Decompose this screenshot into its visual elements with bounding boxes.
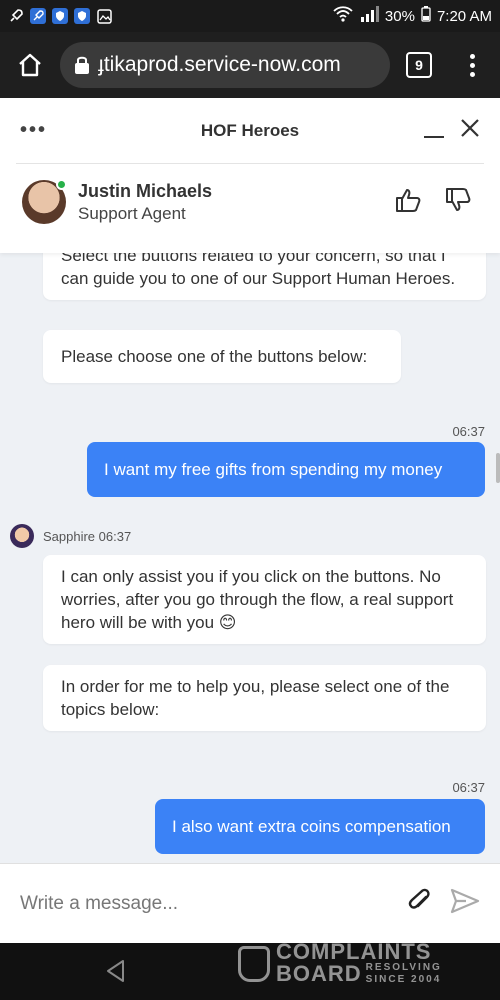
chat-title-bar: ••• HOF Heroes: [16, 98, 484, 164]
rocket-icon: [8, 8, 24, 24]
bot-message: Please choose one of the buttons below:: [43, 330, 401, 383]
browser-menu-button[interactable]: [462, 53, 482, 77]
thumbs-up-button[interactable]: [394, 186, 422, 219]
clock: 7:20 AM: [436, 7, 492, 25]
close-icon: [461, 119, 479, 137]
message-input[interactable]: [20, 892, 406, 915]
message-composer: [0, 863, 500, 943]
thumbs-down-button[interactable]: [444, 186, 472, 219]
chat-title: HOF Heroes: [200, 120, 300, 140]
agent-avatar: [22, 179, 67, 224]
message-timestamp: 06:37: [452, 780, 485, 795]
complaints-board-logo-icon: [238, 946, 270, 982]
home-icon: [19, 53, 41, 77]
thumbs-up-icon: [396, 188, 421, 212]
chat-widget: ••• HOF Heroes Justin Michaels Support A…: [0, 98, 500, 943]
sender-name-time: Sapphire 06:37: [43, 528, 132, 544]
send-icon: [450, 888, 480, 914]
status-bar: 30% 7:20 AM: [0, 0, 500, 32]
agent-role: Support Agent: [78, 203, 186, 223]
thumbs-down-icon: [446, 187, 471, 211]
signal-icon: [359, 6, 379, 26]
scrollbar[interactable]: [496, 453, 500, 483]
browser-toolbar: ɟtikaprod.service-now.com 9: [0, 32, 500, 98]
app-rocket-icon: [30, 8, 46, 24]
chat-header: ••• HOF Heroes Justin Michaels Support A…: [0, 98, 500, 253]
notification-icons: [8, 8, 112, 24]
battery-icon: [421, 6, 431, 26]
sender-avatar: [10, 524, 34, 548]
agent-info-row: Justin Michaels Support Agent: [0, 164, 500, 240]
watermark-line2: BOARD: [276, 961, 362, 986]
back-triangle-icon: [107, 960, 124, 982]
watermark-sub2: SINCE 2004: [365, 974, 442, 985]
message-timestamp: 06:37: [452, 424, 485, 439]
lock-icon: [74, 55, 90, 75]
shield-icon: [52, 8, 68, 24]
close-button[interactable]: [460, 118, 480, 143]
online-status-icon: [56, 179, 67, 190]
minimize-button[interactable]: [424, 135, 444, 138]
url-text: ɟtikaprod.service-now.com: [98, 53, 341, 76]
watermark-line1: COMPLAINTS: [276, 939, 432, 964]
bot-message: In order for me to help you, please sele…: [43, 665, 486, 731]
watermark-sub1: RESOLVING: [365, 962, 442, 973]
send-button[interactable]: [450, 887, 480, 920]
wifi-icon: [333, 6, 353, 26]
back-button[interactable]: [105, 959, 127, 988]
attach-button[interactable]: [406, 887, 434, 920]
address-bar[interactable]: ɟtikaprod.service-now.com: [60, 42, 390, 88]
bot-message: I can only assist you if you click on th…: [43, 555, 486, 644]
watermark: COMPLAINTS BOARD RESOLVING SINCE 2004: [238, 939, 442, 986]
image-icon: [96, 8, 112, 24]
sender-label: Sapphire 06:37: [10, 524, 131, 548]
paperclip-icon: [408, 888, 430, 909]
chat-options-button[interactable]: •••: [20, 119, 80, 142]
shield-icon: [74, 8, 90, 24]
user-message: I also want extra coins compensation: [155, 799, 485, 854]
system-status: 30% 7:20 AM: [333, 6, 492, 26]
agent-name: Justin Michaels: [78, 180, 213, 201]
battery-percent: 30%: [384, 7, 415, 25]
tab-switcher-button[interactable]: 9: [406, 52, 432, 78]
user-message: I want my free gifts from spending my mo…: [87, 442, 485, 497]
home-button[interactable]: [12, 47, 48, 83]
